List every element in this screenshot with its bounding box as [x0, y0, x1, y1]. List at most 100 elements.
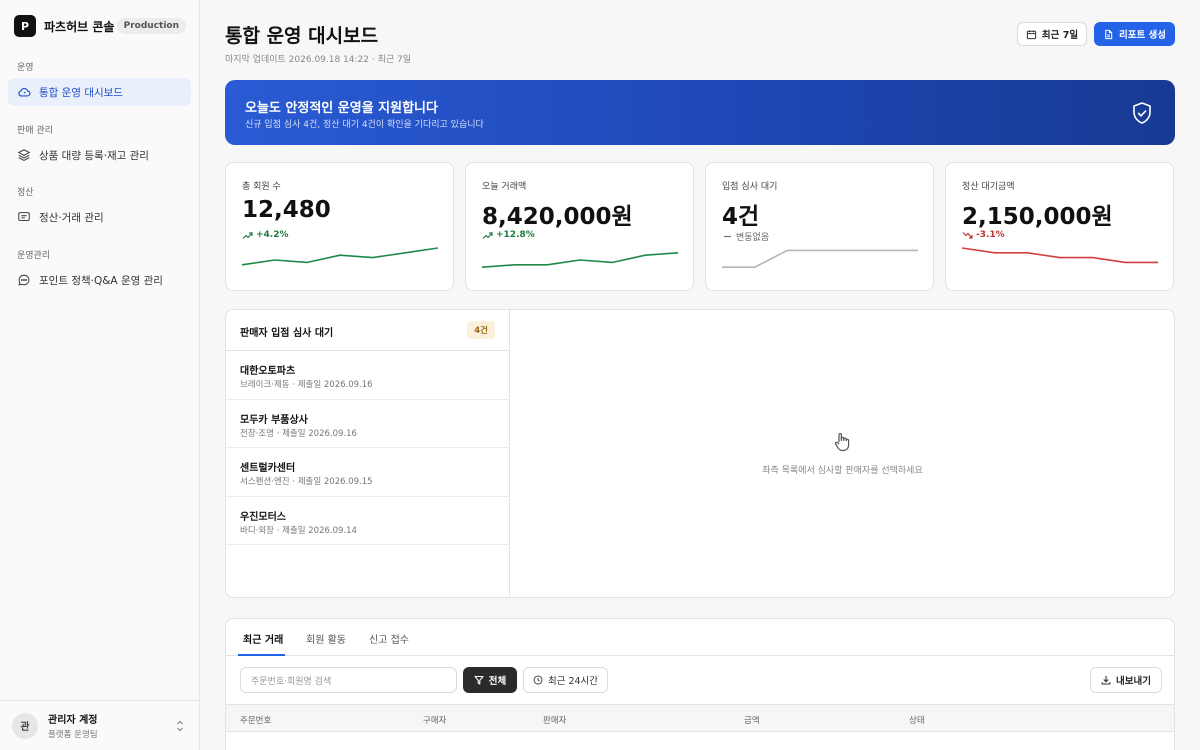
message-square-icon [18, 212, 30, 222]
account-switcher[interactable]: 관 관리자 계정 플랫폼 운영팀 [0, 700, 199, 750]
sidebar-item-dashboard[interactable]: 통합 운영 대시보드 [8, 78, 191, 106]
account-role: 플랫폼 운영팀 [48, 730, 98, 740]
transactions-panel: 최근 거래 회원 활동 신고 접수 주문번호·회원명 검색 전체 최근 24시간… [225, 618, 1175, 750]
tab-recent-transactions[interactable]: 최근 거래 [243, 631, 283, 646]
search-placeholder: 주문번호·회원명 검색 [251, 676, 332, 687]
trend-up-icon [242, 231, 253, 239]
column-header-amount[interactable]: 금액 [744, 714, 760, 726]
seller-review-list: 판매자 입점 심사 대기 4건 대한오토파츠 브레이크·제동 · 제출일 202… [226, 310, 510, 597]
calendar-icon [1026, 29, 1037, 39]
review-list-header: 판매자 입점 심사 대기 4건 [226, 310, 509, 351]
kpi-delta: -3.1% [962, 230, 1005, 240]
sparkline-series [482, 252, 678, 268]
status-badge: 4건 [467, 321, 495, 339]
filter-all-button[interactable]: 전체 [463, 667, 517, 693]
trend-down-icon [962, 231, 973, 239]
search-input[interactable]: 주문번호·회원명 검색 [240, 667, 457, 693]
empty-state-text: 좌측 목록에서 심사할 판매자를 선택하세요 [762, 466, 923, 476]
sidebar-item-label: 정산·거래 관리 [39, 211, 104, 224]
time-filter-button[interactable]: 최근 24시간 [523, 667, 608, 693]
export-label: 내보내기 [1116, 676, 1151, 687]
tab-bar: 최근 거래 회원 활동 신고 접수 [226, 619, 1174, 656]
account-name: 관리자 계정 [48, 715, 98, 726]
sparkline [962, 247, 1158, 264]
kpi-delta-text: -3.1% [976, 230, 1005, 240]
review-list-title: 판매자 입점 심사 대기 [240, 328, 334, 339]
download-icon [1101, 676, 1111, 685]
page-subtitle: 마지막 업데이트 2026.09.18 14:22 · 최근 7일 [225, 55, 412, 65]
seller-meta: 전장·조명 · 제출일 2026.09.16 [240, 428, 357, 439]
sidebar-item-products[interactable]: 상품 대량 등록·재고 관리 [8, 141, 191, 169]
minus-icon [724, 235, 731, 238]
shield-check-icon [1133, 102, 1151, 124]
cloud-icon [18, 87, 31, 97]
tab-member-activity[interactable]: 회원 활동 [306, 631, 346, 646]
sidebar: P 파츠허브 콘솔 Production 운영 통합 운영 대시보드 판매 관리… [0, 0, 200, 750]
export-button[interactable]: 내보내기 [1090, 667, 1162, 693]
layers-icon [17, 149, 31, 162]
nav-section-settlement: 정산 [17, 188, 34, 198]
kpi-label: 정산 대기금액 [962, 182, 1015, 192]
kpi-card-members[interactable]: 총 회원 수 12,480 +4.2% [225, 162, 454, 291]
tab-reports[interactable]: 신고 접수 [369, 631, 409, 646]
brand-logo: P [14, 15, 36, 37]
kpi-value: 8,420,000원 [482, 204, 633, 230]
environment-badge: Production [116, 18, 186, 34]
list-item[interactable]: 대한오토파츠 브레이크·제동 · 제출일 2026.09.16 [226, 351, 509, 400]
column-header-order-id[interactable]: 주문번호 [240, 714, 271, 726]
banner-subtitle: 신규 입점 심사 4건, 정산 대기 4건이 확인을 기다리고 있습니다 [245, 120, 484, 130]
table-header: 주문번호 구매자 판매자 금액 상태 [226, 704, 1174, 732]
clock-icon [533, 675, 543, 685]
seller-name: 대한오토파츠 [240, 366, 296, 377]
active-tab-indicator [238, 654, 285, 656]
list-item[interactable]: 센트럴카센터 서스펜션·엔진 · 제출일 2026.09.15 [226, 448, 509, 497]
chat-icon [18, 274, 30, 286]
banner-title: 오늘도 안정적인 운영을 지원합니다 [245, 101, 438, 116]
kpi-card-sales[interactable]: 오늘 거래액 8,420,000원 +12.8% [465, 162, 694, 291]
seller-name: 우진모터스 [240, 511, 286, 523]
status-banner: 오늘도 안정적인 운영을 지원합니다 신규 입점 심사 4건, 정산 대기 4건… [225, 80, 1175, 145]
kpi-delta-text: 변동없음 [736, 233, 770, 243]
kpi-card-settlement[interactable]: 정산 대기금액 2,150,000원 -3.1% [945, 162, 1174, 291]
document-icon [1105, 29, 1113, 39]
column-header-status[interactable]: 상태 [909, 714, 925, 726]
seller-review-panel: 판매자 입점 심사 대기 4건 대한오토파츠 브레이크·제동 · 제출일 202… [225, 309, 1175, 598]
sidebar-item-points-qna[interactable]: 포인트 정책·Q&A 운영 관리 [8, 266, 191, 294]
kpi-delta-text: +12.8% [496, 230, 535, 240]
sparkline [482, 252, 678, 268]
kpi-value: 2,150,000원 [962, 204, 1113, 230]
kpi-card-pending-review[interactable]: 입점 심사 대기 4건 변동없음 [705, 162, 934, 291]
list-item[interactable]: 우진모터스 바디·외장 · 제출일 2026.09.14 [226, 497, 509, 545]
brand[interactable]: P 파츠허브 콘솔 Production [14, 15, 186, 37]
seller-name: 센트럴카센터 [240, 463, 296, 474]
nav-section-management: 운영관리 [17, 251, 51, 261]
filter-all-label: 전체 [488, 676, 507, 687]
nav-section-sales: 판매 관리 [17, 126, 53, 136]
date-range-button[interactable]: 최근 7일 [1017, 22, 1087, 46]
brand-name: 파츠허브 콘솔 [44, 19, 115, 34]
sidebar-item-settlement[interactable]: 정산·거래 관리 [8, 203, 191, 231]
sparkline-series [722, 249, 918, 269]
kpi-delta: +12.8% [482, 230, 535, 240]
sparkline [722, 249, 918, 269]
review-detail-empty-state: 좌측 목록에서 심사할 판매자를 선택하세요 [511, 310, 1174, 597]
avatar: 관 [12, 712, 38, 739]
kpi-label: 입점 심사 대기 [722, 182, 778, 192]
generate-report-label: 리포트 생성 [1118, 30, 1166, 41]
page-title: 통합 운영 대시보드 [225, 25, 379, 47]
pointer-hand-icon [834, 433, 850, 452]
sparkline [242, 247, 438, 266]
generate-report-button[interactable]: 리포트 생성 [1094, 22, 1175, 46]
sidebar-item-label: 상품 대량 등록·재고 관리 [39, 149, 149, 162]
column-header-seller[interactable]: 판매자 [543, 714, 566, 726]
sidebar-item-label: 포인트 정책·Q&A 운영 관리 [39, 274, 163, 287]
kpi-delta: 변동없음 [722, 230, 769, 243]
list-item[interactable]: 모두카 부품상사 전장·조명 · 제출일 2026.09.16 [226, 400, 509, 448]
kpi-label: 오늘 거래액 [482, 182, 527, 192]
kpi-delta: +4.2% [242, 230, 289, 240]
seller-meta: 브레이크·제동 · 제출일 2026.09.16 [240, 380, 373, 390]
column-header-buyer[interactable]: 구매자 [423, 714, 446, 726]
seller-name: 모두카 부품상사 [240, 414, 308, 426]
filter-icon [474, 675, 484, 685]
seller-meta: 서스펜션·엔진 · 제출일 2026.09.15 [240, 477, 373, 487]
